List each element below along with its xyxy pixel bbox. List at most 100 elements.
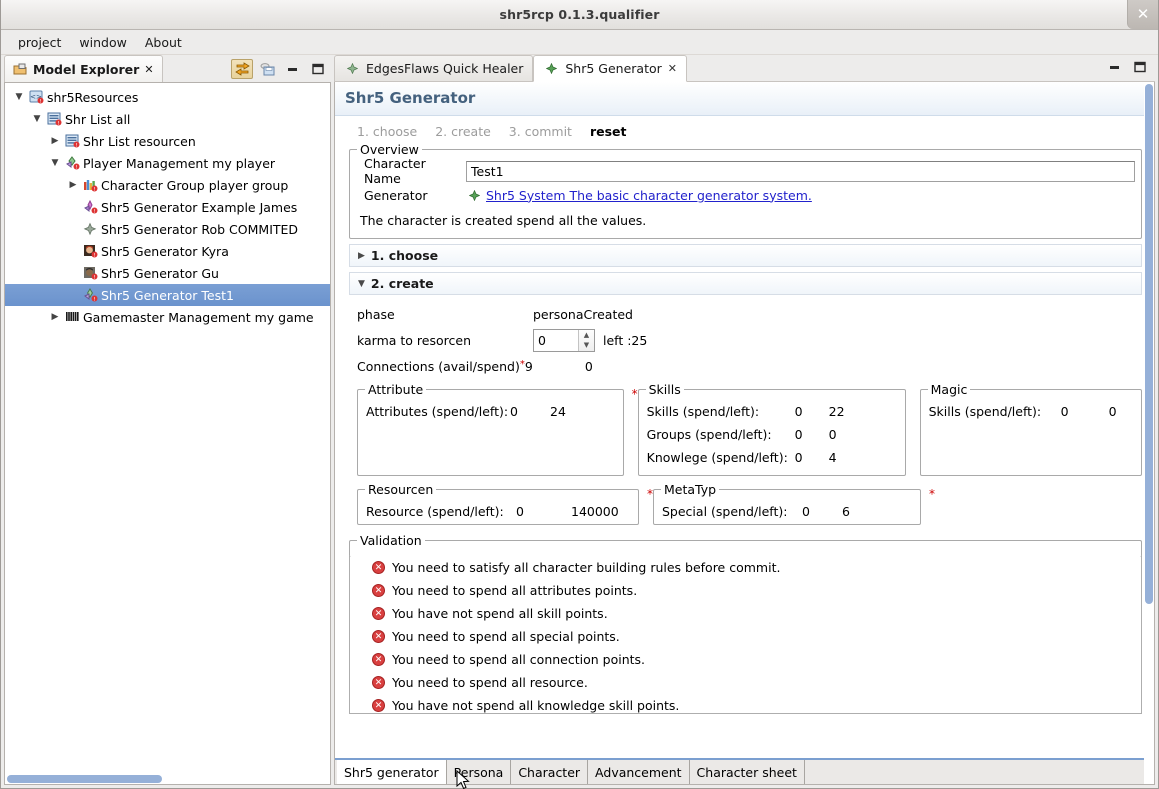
workbench-body: Model Explorer ✕ ▼ <> ! shr5Resources ▼ …: [1, 55, 1158, 788]
error-icon: ✕: [372, 561, 385, 574]
tree-item[interactable]: ▼ <>! shr5Resources: [5, 86, 330, 108]
section-choose[interactable]: ▶ 1. choose: [349, 244, 1142, 267]
character-name-input[interactable]: Test1: [466, 160, 1135, 182]
tree-item[interactable]: ! Shr5 Generator Test1: [5, 284, 330, 306]
karma-left-label: left :25: [603, 332, 648, 348]
menu-item-project[interactable]: project: [9, 33, 70, 52]
tree-item[interactable]: ▼! Player Management my player: [5, 152, 330, 174]
view-tab-label: Model Explorer: [33, 61, 140, 77]
row-label: Skills (spend/left):: [928, 404, 1042, 419]
maximize-icon[interactable]: [306, 59, 328, 79]
row-label: Groups (spend/left):: [646, 427, 772, 442]
table-row: Resource (spend/left): 0 140000: [366, 500, 630, 523]
attribute-rows: Attributes (spend/left): 0 24: [366, 400, 615, 423]
generator-link[interactable]: Shr5 System The basic character generato…: [486, 188, 812, 203]
chevron-right-icon[interactable]: ▶: [47, 136, 63, 146]
metatyp-group: MetaTyp Special (spend/left): 0 6: [653, 482, 921, 525]
chevron-right-icon[interactable]: ▶: [47, 312, 63, 322]
page-tab-character[interactable]: Character: [511, 760, 589, 784]
tree-item[interactable]: ▶! Shr List resourcen: [5, 130, 330, 152]
form-header: Shr5 Generator: [335, 82, 1154, 116]
editor-area: EdgesFlaws Quick Healer Shr5 Generator ✕: [334, 55, 1155, 785]
phase-label: phase: [357, 306, 395, 322]
step-choose[interactable]: 1. choose: [357, 124, 417, 139]
model-explorer-view: Model Explorer ✕ ▼ <> ! shr5Resources ▼ …: [4, 55, 331, 785]
tree-item[interactable]: ▶ Gamemaster Management my game: [5, 306, 330, 328]
group-icon: !: [81, 178, 99, 192]
save-icon[interactable]: [256, 59, 278, 79]
step-reset[interactable]: reset: [590, 124, 627, 139]
page-tab-persona[interactable]: Persona: [447, 760, 512, 784]
section-choose-label: 1. choose: [370, 248, 439, 263]
chevron-right-icon[interactable]: ▶: [65, 180, 81, 190]
row-spend: 0: [802, 504, 810, 519]
step-create[interactable]: 2. create: [435, 124, 491, 139]
generator-row: Generator Shr5 System The basic characte…: [354, 183, 1135, 207]
form-scroll-area[interactable]: 1. choose 2. create 3. commit reset Over…: [335, 116, 1154, 758]
editor-tab-edgesflaws[interactable]: EdgesFlaws Quick Healer: [334, 55, 534, 82]
row-left: 140000: [571, 504, 619, 519]
editor-vertical-scrollbar[interactable]: [1144, 82, 1154, 784]
chevron-down-icon[interactable]: ▼: [11, 92, 27, 102]
karma-input[interactable]: 0: [534, 330, 578, 351]
menu-item-window[interactable]: window: [70, 33, 135, 52]
tree-item[interactable]: ! Shr5 Generator Example James: [5, 196, 330, 218]
maximize-icon[interactable]: [1132, 61, 1147, 76]
row-label: Knowlege (spend/left):: [646, 450, 788, 465]
model-explorer-toolbar: [231, 55, 331, 82]
close-icon[interactable]: ✕: [144, 63, 153, 76]
menu-item-about[interactable]: About: [136, 33, 191, 52]
page-tab-bar: Shr5 generator Persona Character Advancemen…: [335, 758, 1154, 784]
chevron-down-icon: ▼: [358, 278, 365, 289]
karma-stepper-buttons[interactable]: ▲ ▼: [578, 329, 594, 351]
stepper-up-icon[interactable]: ▲: [579, 330, 594, 341]
editor-vscroll-thumb[interactable]: [1145, 84, 1153, 604]
error-icon: ✕: [372, 584, 385, 597]
required-asterisk: *: [631, 387, 638, 401]
tree-item[interactable]: ! Shr5 Generator Kyra: [5, 240, 330, 262]
tree-item[interactable]: ! Shr5 Generator Gu: [5, 262, 330, 284]
link-with-editor-icon[interactable]: [231, 58, 253, 79]
gamemaster-icon: [63, 310, 81, 324]
view-tab-model-explorer[interactable]: Model Explorer ✕: [4, 55, 163, 82]
validation-list[interactable]: ✕ You need to satisfy all character build…: [349, 556, 1142, 714]
attribute-legend: Attribute: [365, 382, 427, 397]
tree-item[interactable]: ▼! Shr List all: [5, 108, 330, 130]
close-icon[interactable]: ✕: [668, 62, 677, 75]
magic-group: Magic Skills (spend/left): 0 0: [919, 382, 1142, 476]
chevron-down-icon[interactable]: ▼: [47, 158, 63, 168]
diamond-icon: [81, 222, 99, 236]
editor-tab-shr5-generator[interactable]: Shr5 Generator ✕: [533, 55, 687, 82]
section-create-label: 2. create: [370, 276, 434, 291]
tree-item-label: Player Management my player: [83, 155, 276, 171]
editor-tab-label: EdgesFlaws Quick Healer: [366, 61, 524, 76]
step-commit[interactable]: 3. commit: [509, 124, 572, 139]
chevron-right-icon: ▶: [358, 250, 365, 261]
section-create[interactable]: ▼ 2. create: [349, 272, 1142, 295]
row-spend: 0: [516, 504, 524, 519]
tree-item-label: shr5Resources: [47, 89, 139, 105]
tree-item-label: Shr5 Generator Example James: [101, 199, 298, 215]
chevron-down-icon[interactable]: ▼: [29, 114, 45, 124]
page-tab-shr5-generator[interactable]: Shr5 generator: [337, 760, 447, 784]
tree-item[interactable]: Shr5 Generator Rob COMMITED: [5, 218, 330, 240]
page-tab-advancement[interactable]: Advancement: [588, 760, 690, 784]
validation-error-text: You need to spend all connection points.: [392, 652, 646, 667]
page-tab-character-sheet[interactable]: Character sheet: [690, 760, 805, 784]
karma-stepper[interactable]: 0 ▲ ▼: [533, 328, 595, 352]
validation-error-row: ✕ You need to spend all attributes points…: [350, 579, 1141, 602]
package-icon: [12, 62, 28, 76]
window-close-button[interactable]: ✕: [1127, 0, 1158, 29]
model-tree[interactable]: ▼ <>! shr5Resources ▼! Shr List all ▶! Shr Lis…: [5, 83, 330, 772]
validation-error-text: You need to spend all special points.: [392, 629, 620, 644]
avatar-gu-icon: !: [81, 266, 99, 280]
tree-item[interactable]: ▶! Character Group player group: [5, 174, 330, 196]
tree-hscroll-thumb[interactable]: [7, 775, 162, 783]
minimize-icon[interactable]: [1107, 61, 1122, 76]
tree-item-label: Shr5 Generator Kyra: [101, 243, 229, 259]
tree-horizontal-scrollbar[interactable]: [5, 772, 330, 784]
row-left: 0: [1108, 404, 1117, 419]
stepper-down-icon[interactable]: ▼: [579, 340, 594, 351]
minimize-icon[interactable]: [281, 59, 303, 79]
row-label: Skills (spend/left):: [646, 404, 760, 419]
